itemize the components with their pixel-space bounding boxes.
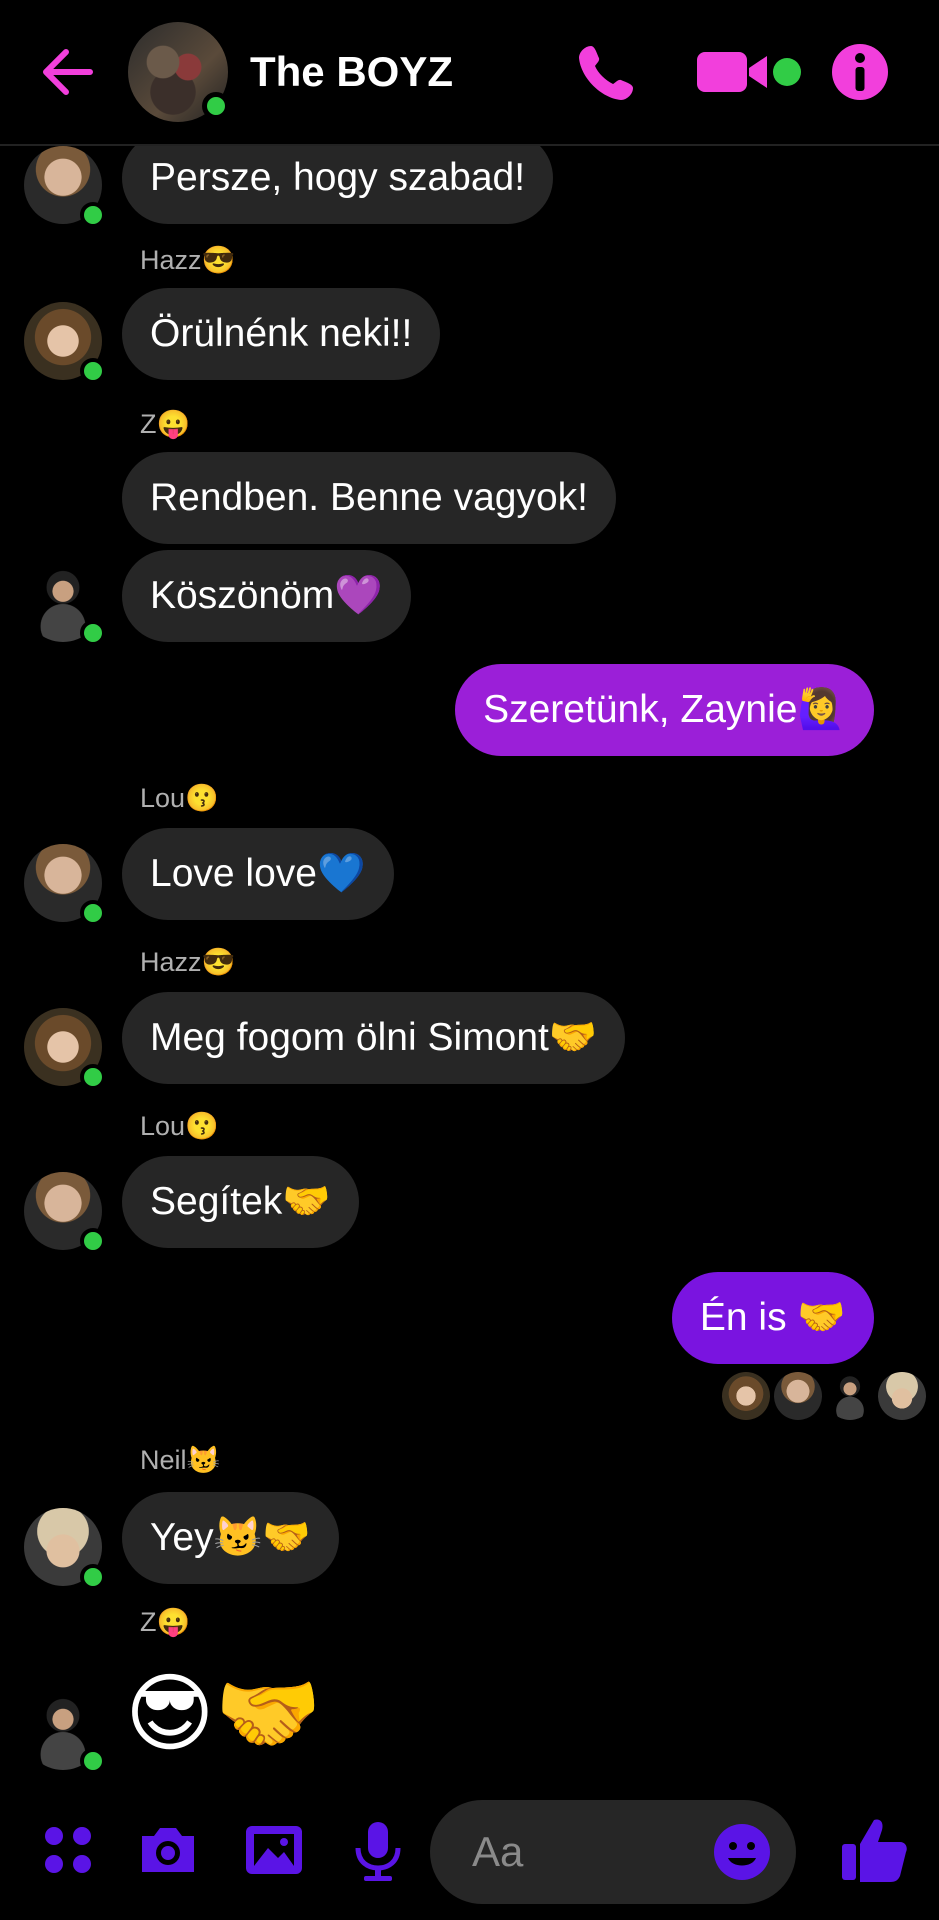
sender-name: Neil😼 xyxy=(140,1445,221,1475)
camera-icon[interactable] xyxy=(136,1818,200,1882)
chat-header: The BOYZ xyxy=(0,0,939,146)
seen-avatar-hazz xyxy=(722,1372,770,1420)
chat-title[interactable]: The BOYZ xyxy=(250,48,453,96)
avatar-neil[interactable] xyxy=(24,1508,106,1590)
gallery-icon[interactable] xyxy=(242,1818,306,1882)
seen-avatar-lou xyxy=(774,1372,822,1420)
avatar-hazz[interactable] xyxy=(24,302,106,384)
avatar-zayn[interactable] xyxy=(24,1692,106,1774)
message-bubble[interactable]: Köszönöm💜 xyxy=(122,550,411,642)
avatar-hazz[interactable] xyxy=(24,1008,106,1090)
online-status-dot xyxy=(80,1064,106,1090)
back-arrow-icon[interactable] xyxy=(38,42,98,102)
message-bubble[interactable]: Yey😼🤝 xyxy=(122,1492,339,1584)
avatar-zayn[interactable] xyxy=(24,564,106,646)
online-status-dot xyxy=(80,1228,106,1254)
online-status-dot xyxy=(80,202,106,228)
message-bubble[interactable]: Rendben. Benne vagyok! xyxy=(122,452,616,544)
seen-avatar-neil xyxy=(878,1372,926,1420)
message-input[interactable]: Aa xyxy=(430,1800,796,1904)
thumbs-up-icon[interactable] xyxy=(838,1814,910,1886)
online-status-dot xyxy=(80,1748,106,1774)
outgoing-message-bubble[interactable]: Szeretünk, Zaynie🙋‍♀️ xyxy=(455,664,874,756)
outgoing-message-bubble[interactable]: Én is 🤝 xyxy=(671,1272,874,1364)
message-bubble[interactable]: Örülnénk neki!! xyxy=(122,288,441,380)
emoji-icon[interactable] xyxy=(710,1820,774,1884)
info-icon[interactable] xyxy=(828,40,892,104)
menu-dots-icon[interactable] xyxy=(36,1818,100,1882)
avatar-lou[interactable] xyxy=(24,1172,106,1254)
message-composer: Aa xyxy=(0,1780,939,1920)
sender-name: Z😛 xyxy=(140,1607,191,1637)
sender-name: Lou😗 xyxy=(140,1111,219,1141)
avatar-lou[interactable] xyxy=(24,844,106,926)
online-status-dot xyxy=(80,620,106,646)
group-avatar[interactable] xyxy=(128,22,230,122)
video-camera-icon[interactable] xyxy=(695,40,805,104)
message-bubble[interactable]: Meg fogom ölni Simont🤝 xyxy=(122,992,626,1084)
sender-name: Hazz😎 xyxy=(140,947,236,977)
emoji-message[interactable]: 😎🤝 xyxy=(125,1664,322,1764)
message-input-placeholder: Aa xyxy=(472,1828,524,1875)
microphone-icon[interactable] xyxy=(346,1818,410,1882)
seen-avatar-zayn xyxy=(826,1372,874,1420)
message-bubble[interactable]: Love love💙 xyxy=(122,828,394,920)
sender-name: Lou😗 xyxy=(140,783,219,813)
sender-name: Z😛 xyxy=(140,409,191,439)
online-status-dot xyxy=(202,92,230,120)
phone-icon[interactable] xyxy=(575,40,639,104)
avatar-lou[interactable] xyxy=(24,146,106,228)
sender-name: Hazz😎 xyxy=(140,245,236,275)
message-list[interactable]: Persze, hogy szabad! Hazz😎 Örülnénk neki… xyxy=(0,132,939,1780)
message-bubble[interactable]: Segítek🤝 xyxy=(122,1156,359,1248)
online-status-dot xyxy=(80,358,106,384)
online-status-dot xyxy=(80,900,106,926)
online-status-dot xyxy=(80,1564,106,1590)
